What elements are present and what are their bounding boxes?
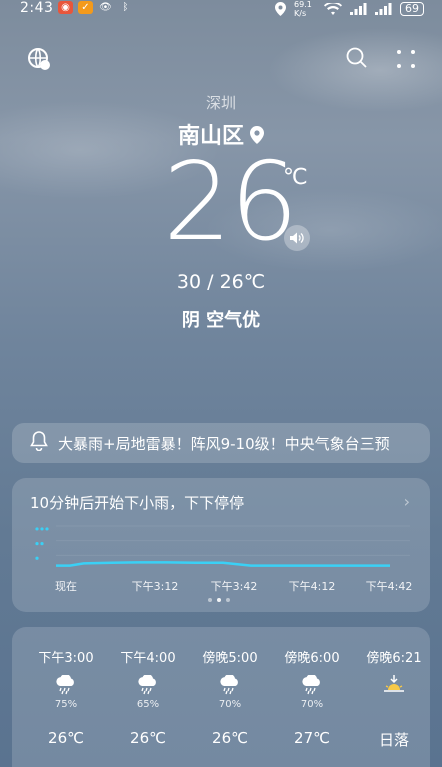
status-bar: 2:43 ◉ ✓ 👁 ᛒ 69.1 K/s 69 <box>0 0 442 18</box>
hourly-temperature: 日落 <box>378 731 409 749</box>
rain-level-drop-1 <box>35 556 39 560</box>
hourly-temperature: 26℃ <box>130 729 166 747</box>
status-time: 2:43 <box>20 0 54 16</box>
precipitation-line <box>56 561 390 567</box>
network-speed: 69.1 K/s <box>294 0 312 18</box>
precipitation-title: 10分钟后开始下小雨，下下停停 <box>30 494 245 512</box>
weather-condition: 阴 空气优 <box>181 310 261 331</box>
rain-cloud-icon <box>54 673 78 695</box>
globe-icon <box>28 48 50 70</box>
hourly-precip-chance: 70% <box>300 699 324 710</box>
search-icon <box>346 47 367 68</box>
hourly-time: 下午4:00 <box>120 651 176 666</box>
hourly-precip-chance: 65% <box>136 699 160 710</box>
hourly-time: 傍晚6:21 <box>366 651 422 666</box>
wifi-icon <box>324 2 342 15</box>
sunset-icon <box>382 675 406 695</box>
page-dot <box>208 598 212 602</box>
temperature-range: 30 / 26℃ <box>176 271 266 293</box>
precip-time-label: 下午3:12 <box>132 580 179 593</box>
precip-time-label: 下午4:42 <box>366 580 413 593</box>
voice-broadcast-button[interactable] <box>284 225 310 251</box>
hourly-precip-chance: 70% <box>218 699 242 710</box>
weather-alert-banner[interactable]: 大暴雨+局地雷暴！阵风9-10级！中央气象台三预 <box>12 423 430 463</box>
city-name: 深圳 <box>205 94 236 112</box>
more-button[interactable] <box>396 49 420 73</box>
weibo-icon: ◉ <box>58 1 73 14</box>
signal-icon-1 <box>350 3 367 15</box>
page-dot <box>226 598 230 602</box>
current-temperature: 26 <box>163 140 298 265</box>
status-right: 69.1 K/s 69 <box>275 0 424 18</box>
precip-time-label: 现在 <box>55 580 77 593</box>
hourly-precip-chance: 75% <box>54 699 78 710</box>
precipitation-card[interactable]: 10分钟后开始下小雨，下下停停 › 现在 下午3:12 下午3:42 下午4:12 下午… <box>12 478 430 612</box>
rain-level-drop-2 <box>35 542 39 546</box>
hourly-time: 傍晚6:00 <box>284 651 340 666</box>
city-manage-button[interactable] <box>27 47 51 71</box>
rain-cloud-icon <box>300 673 324 695</box>
chevron-right-icon[interactable]: › <box>404 492 410 511</box>
hourly-time: 傍晚5:00 <box>202 651 258 666</box>
alert-bell-icon <box>30 431 48 455</box>
signal-icon-2 <box>375 3 392 15</box>
hourly-temperature: 26℃ <box>212 729 248 747</box>
hourly-forecast-card[interactable]: 下午3:00 75% 26℃ 下午4:00 65% 26℃ 傍晚5:00 70% 26℃ 傍晚6:… <box>12 627 430 767</box>
precip-time-label: 下午4:12 <box>289 580 336 593</box>
rain-level-drop-3 <box>45 527 49 531</box>
eye-icon: 👁 <box>99 2 112 13</box>
page-dot <box>217 598 221 602</box>
alert-text: 大暴雨+局地雷暴！阵风9-10级！中央气象台三预 <box>58 434 390 453</box>
rain-level-drop-3 <box>40 527 44 531</box>
hourly-temperature: 26℃ <box>48 729 84 747</box>
notification-icons: ◉ ✓ 👁 ᛒ <box>58 1 133 14</box>
rain-cloud-icon <box>136 673 160 695</box>
precipitation-chart: 现在 下午3:12 下午3:42 下午4:12 下午4:42 <box>35 525 413 593</box>
location-status-icon <box>275 2 286 16</box>
rain-level-drop-3 <box>35 527 39 531</box>
hourly-time: 下午3:00 <box>38 651 94 666</box>
page-indicator <box>208 598 230 602</box>
precip-time-label: 下午3:42 <box>211 580 258 593</box>
temperature-unit: ℃ <box>283 165 308 190</box>
bluetooth-battery-icon: ᛒ <box>122 2 129 13</box>
search-button[interactable] <box>346 47 370 71</box>
battery-indicator: 69 <box>400 2 424 16</box>
hourly-temperature: 27℃ <box>294 729 330 747</box>
rain-level-drop-2 <box>40 542 44 546</box>
more-dots-icon <box>397 50 415 68</box>
app-notification-icon: ✓ <box>78 1 93 14</box>
rain-cloud-icon <box>218 673 242 695</box>
speaker-icon <box>290 232 304 244</box>
